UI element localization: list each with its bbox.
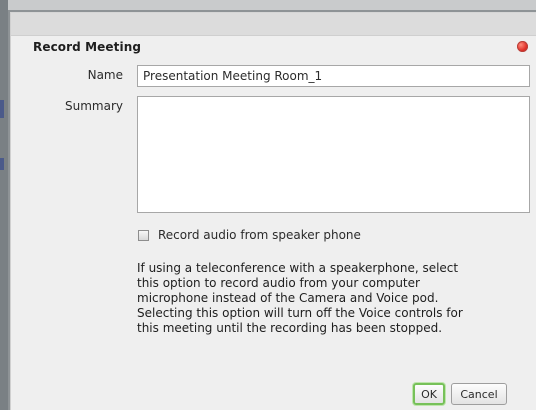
- name-label: Name: [87, 68, 123, 82]
- summary-label: Summary: [65, 99, 123, 113]
- name-input[interactable]: [137, 65, 530, 87]
- help-text-line: Selecting this option will turn off the …: [137, 306, 463, 320]
- summary-textarea[interactable]: [137, 96, 530, 213]
- ok-button[interactable]: OK: [413, 383, 445, 405]
- close-icon[interactable]: [517, 41, 528, 52]
- speaker-phone-option[interactable]: Record audio from speaker phone: [138, 228, 361, 242]
- dialog-titlebar[interactable]: [11, 13, 536, 36]
- help-text-line: If using a teleconference with a speaker…: [137, 261, 459, 275]
- background-tick: [0, 100, 4, 118]
- record-audio-checkbox[interactable]: [138, 229, 149, 241]
- record-meeting-dialog: Record Meeting Name Summary Record audio…: [10, 12, 536, 410]
- help-text-line: this meeting until the recording has bee…: [137, 321, 443, 335]
- help-text: If using a teleconference with a speaker…: [137, 261, 527, 336]
- cancel-button[interactable]: Cancel: [451, 383, 507, 405]
- help-text-line: this option to record audio from your co…: [137, 276, 420, 290]
- record-audio-checkbox-label[interactable]: Record audio from speaker phone: [158, 228, 361, 242]
- background-window-edge: [0, 0, 536, 10]
- background-tick: [0, 158, 4, 170]
- background-window-side: [0, 0, 8, 410]
- dialog-title: Record Meeting: [33, 40, 142, 54]
- help-text-line: microphone instead of the Camera and Voi…: [137, 291, 439, 305]
